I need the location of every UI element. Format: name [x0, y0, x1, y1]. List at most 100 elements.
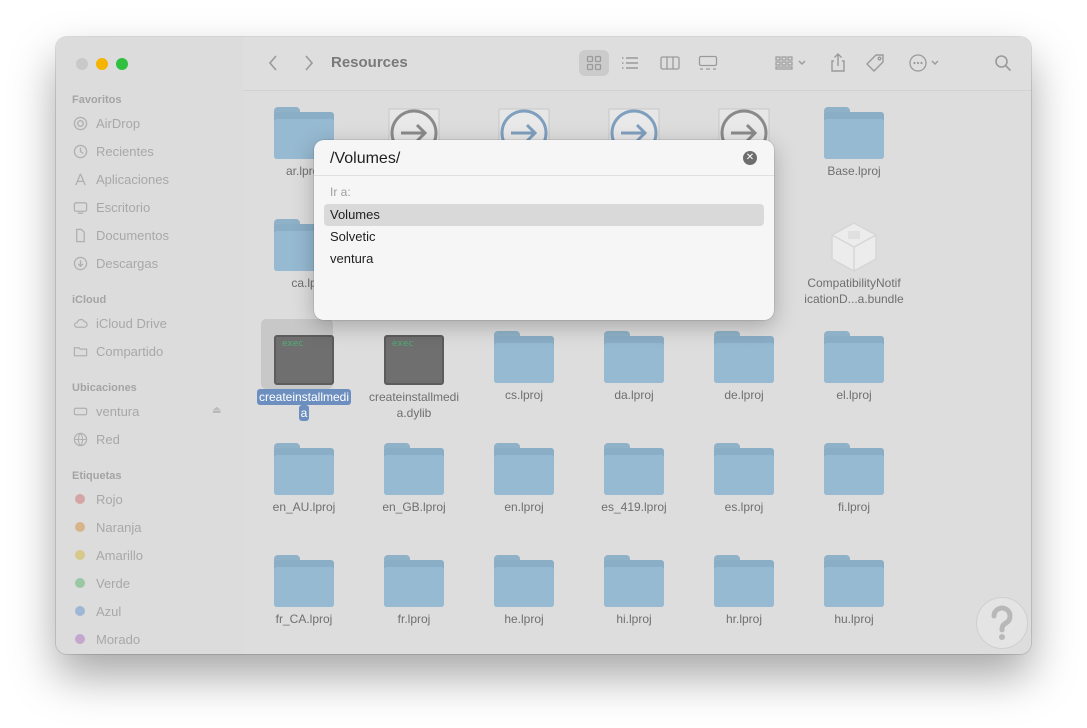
solvetic-watermark-logo [976, 597, 1028, 649]
sidebar-tag-naranja[interactable]: Naranja [72, 517, 142, 537]
folder-icon [824, 443, 884, 495]
file-name: en_GB.lproj [382, 500, 446, 514]
sidebar-item-documentos[interactable]: Documentos [72, 225, 169, 245]
eject-icon[interactable]: ⏏ [212, 405, 221, 416]
file-item[interactable]: exec createinstallmedi a.dylib [359, 331, 469, 421]
gallery-view-icon [698, 55, 718, 70]
folder-icon [824, 107, 884, 159]
terminal-exec-icon: exec [274, 335, 334, 385]
sidebar-item-escritorio[interactable]: Escritorio [72, 197, 150, 217]
tag-dot-icon [75, 634, 85, 644]
sidebar-item-aplicaciones[interactable]: Aplicaciones [72, 169, 169, 189]
sidebar-item-compartido[interactable]: Compartido [72, 341, 163, 361]
sidebar-item-label: Compartido [96, 343, 164, 359]
file-item[interactable]: CompatibilityNotif icationD...a.bundle [799, 219, 909, 307]
exec-label: exec [282, 339, 304, 349]
suggestion-item[interactable]: Volumes [324, 204, 764, 226]
shared-folder-icon [72, 343, 88, 359]
sidebar-item-airdrop[interactable]: AirDrop [72, 113, 140, 133]
go-to-folder-dialog: /Volumes/ ✕ Ir a: Volumes Solvetic ventu… [314, 140, 774, 320]
share-button[interactable] [827, 50, 849, 76]
file-name: en_AU.lproj [272, 500, 336, 514]
apps-icon [72, 171, 88, 187]
grid-view-icon [586, 55, 602, 71]
file-item[interactable]: fr_CA.lproj [249, 555, 359, 627]
folder-icon [604, 331, 664, 383]
file-name: da.lproj [614, 388, 654, 402]
sidebar-item-label: Amarillo [96, 547, 143, 563]
chevron-right-icon [305, 55, 314, 71]
sidebar-tag-morado[interactable]: Morado [72, 629, 140, 649]
suggestion-item[interactable]: Solvetic [324, 226, 764, 248]
search-button[interactable] [991, 50, 1015, 76]
folder-icon [824, 331, 884, 383]
ellipsis-circle-icon [909, 54, 939, 72]
suggestion-item[interactable]: ventura [324, 248, 764, 270]
sidebar-tag-amarillo[interactable]: Amarillo [72, 545, 143, 565]
gallery-view-button[interactable] [693, 50, 723, 76]
folder-icon [604, 443, 664, 495]
sidebar-tag-rojo[interactable]: Rojo [72, 489, 123, 509]
sidebar-item-label: Morado [96, 631, 141, 647]
sidebar-item-label: Descargas [96, 255, 159, 271]
minimize-window-button[interactable] [96, 58, 108, 70]
file-item[interactable]: fi.lproj [799, 443, 909, 515]
file-name: hr.lproj [725, 612, 763, 626]
file-item[interactable]: el.lproj [799, 331, 909, 403]
file-item[interactable]: hi.lproj [579, 555, 689, 627]
share-icon [831, 53, 845, 72]
group-by-button[interactable] [771, 50, 811, 76]
tag-dot-icon [75, 522, 85, 532]
column-view-button[interactable] [655, 50, 685, 76]
path-input[interactable]: /Volumes/ [330, 150, 400, 168]
file-item[interactable]: en_AU.lproj [249, 443, 359, 515]
file-item[interactable]: es.lproj [689, 443, 799, 515]
bundle-icon [826, 219, 882, 272]
file-item[interactable]: fr.lproj [359, 555, 469, 627]
sidebar-item-label: Aplicaciones [96, 171, 169, 187]
window-title: Resources [331, 54, 408, 71]
column-view-icon [660, 56, 680, 70]
file-name: he.lproj [504, 612, 544, 626]
terminal-exec-icon: exec [384, 335, 444, 385]
toolbar: Resources [243, 37, 1031, 91]
folder-icon [384, 555, 444, 607]
zoom-window-button[interactable] [116, 58, 128, 70]
file-name: Base.lproj [827, 164, 881, 178]
sidebar-item-red[interactable]: Red [72, 429, 120, 449]
file-item[interactable]: en_GB.lproj [359, 443, 469, 515]
sidebar-tag-verde[interactable]: Verde [72, 573, 130, 593]
sidebar-item-descargas[interactable]: Descargas [72, 253, 158, 273]
file-item[interactable]: de.lproj [689, 331, 799, 403]
close-window-button[interactable] [76, 58, 88, 70]
file-name: hu.lproj [834, 612, 874, 626]
sidebar-tag-azul[interactable]: Azul [72, 601, 121, 621]
clear-input-button[interactable]: ✕ [743, 151, 757, 165]
back-button[interactable] [263, 50, 283, 76]
file-item[interactable]: cs.lproj [469, 331, 579, 403]
file-item[interactable]: da.lproj [579, 331, 689, 403]
file-name: fr.lproj [397, 612, 431, 626]
sidebar-item-ventura[interactable]: ventura [72, 401, 139, 421]
sidebar-item-label: Rojo [96, 491, 123, 507]
tag-dot-icon [75, 550, 85, 560]
file-item[interactable]: hu.lproj [799, 555, 909, 627]
sidebar-header-favoritos: Favoritos [72, 94, 122, 106]
file-item[interactable]: exec createinstallmedi a [249, 331, 359, 421]
file-item[interactable]: he.lproj [469, 555, 579, 627]
icon-view-button[interactable] [579, 50, 609, 76]
file-item[interactable]: en.lproj [469, 443, 579, 515]
forward-button[interactable] [299, 50, 319, 76]
action-menu-button[interactable] [905, 50, 945, 76]
file-name: fi.lproj [837, 500, 870, 514]
sidebar-header-icloud: iCloud [72, 294, 107, 306]
sidebar-item-icloud-drive[interactable]: iCloud Drive [72, 313, 167, 333]
folder-icon [274, 443, 334, 495]
tags-button[interactable] [863, 50, 887, 76]
tag-dot-icon [75, 494, 85, 504]
sidebar-item-recientes[interactable]: Recientes [72, 141, 154, 161]
list-view-button[interactable] [615, 50, 645, 76]
file-item[interactable]: Base.lproj [799, 107, 909, 179]
file-item[interactable]: hr.lproj [689, 555, 799, 627]
file-item[interactable]: es_419.lproj [579, 443, 689, 515]
